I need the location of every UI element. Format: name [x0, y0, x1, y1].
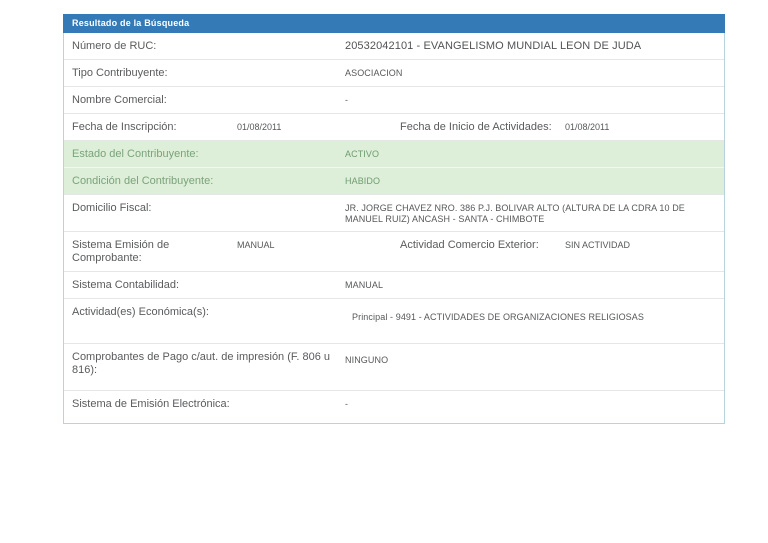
field-label-condicion: Condición del Contribuyente:: [72, 175, 214, 187]
field-label-fecha-inscripcion: Fecha de Inscripción:: [72, 121, 177, 133]
field-value-actividad-comercio-exterior: SIN ACTIVIDAD: [565, 240, 631, 250]
field-label-estado: Estado del Contribuyente:: [72, 148, 199, 160]
row-estado-contribuyente: Estado del Contribuyente: ACTIVO: [64, 141, 724, 168]
field-label-ruc: Número de RUC:: [72, 40, 157, 52]
row-condicion-contribuyente: Condición del Contribuyente: HABIDO: [64, 168, 724, 195]
row-sistema-emision-comprobante: Sistema Emisión de Comprobante: MANUAL A…: [64, 232, 724, 272]
field-label-sistema-emision: Sistema Emisión de Comprobante:: [72, 239, 170, 264]
field-value-tipo-contribuyente: ASOCIACION: [345, 68, 403, 78]
field-value-nombre-comercial: -: [345, 95, 349, 105]
row-sistema-emision-electronica: Sistema de Emisión Electrónica: -: [64, 391, 724, 423]
field-label-emision-electronica: Sistema de Emisión Electrónica:: [72, 398, 230, 410]
field-label-actividad-comercio-exterior: Actividad Comercio Exterior:: [400, 239, 539, 251]
row-nombre-comercial: Nombre Comercial: -: [64, 87, 724, 114]
field-label-sistema-contabilidad: Sistema Contabilidad:: [72, 279, 180, 291]
row-sistema-contabilidad: Sistema Contabilidad: MANUAL: [64, 272, 724, 299]
field-label-actividades-economicas: Actividad(es) Económica(s):: [72, 306, 209, 318]
field-label-nombre-comercial: Nombre Comercial:: [72, 94, 167, 106]
row-domicilio-fiscal: Domicilio Fiscal: JR. JORGE CHAVEZ NRO. …: [64, 195, 724, 232]
field-value-sistema-contabilidad: MANUAL: [345, 280, 384, 290]
search-result-panel: Resultado de la Búsqueda Número de RUC: …: [63, 14, 725, 424]
field-value-actividades-economicas: Principal - 9491 - ACTIVIDADES DE ORGANI…: [352, 312, 644, 322]
field-label-fecha-inicio-actividades: Fecha de Inicio de Actividades:: [400, 121, 552, 133]
field-label-domicilio-fiscal: Domicilio Fiscal:: [72, 202, 152, 214]
field-value-fecha-inscripcion: 01/08/2011: [237, 122, 282, 132]
row-comprobantes-pago: Comprobantes de Pago c/aut. de impresión…: [64, 344, 724, 391]
row-actividades-economicas: Actividad(es) Económica(s): Principal - …: [64, 299, 724, 344]
field-value-ruc: 20532042101 - EVANGELISMO MUNDIAL LEON D…: [345, 40, 642, 52]
field-value-domicilio-fiscal: JR. JORGE CHAVEZ NRO. 386 P.J. BOLIVAR A…: [345, 203, 685, 224]
field-value-emision-electronica: -: [345, 399, 349, 409]
row-tipo-contribuyente: Tipo Contribuyente: ASOCIACION: [64, 60, 724, 87]
field-value-comprobantes-pago: NINGUNO: [345, 355, 389, 365]
field-label-comprobantes-pago: Comprobantes de Pago c/aut. de impresión…: [72, 351, 331, 376]
row-ruc: Número de RUC: 20532042101 - EVANGELISMO…: [64, 33, 724, 60]
panel-header: Resultado de la Búsqueda: [63, 14, 725, 33]
field-value-sistema-emision: MANUAL: [237, 240, 275, 250]
field-value-fecha-inicio-actividades: 01/08/2011: [565, 122, 610, 132]
field-label-tipo-contribuyente: Tipo Contribuyente:: [72, 67, 168, 79]
status-badge-condicion: HABIDO: [345, 176, 381, 186]
row-fechas: Fecha de Inscripción: 01/08/2011 Fecha d…: [64, 114, 724, 141]
panel-title: Resultado de la Búsqueda: [72, 18, 190, 28]
status-badge-estado: ACTIVO: [345, 149, 380, 159]
